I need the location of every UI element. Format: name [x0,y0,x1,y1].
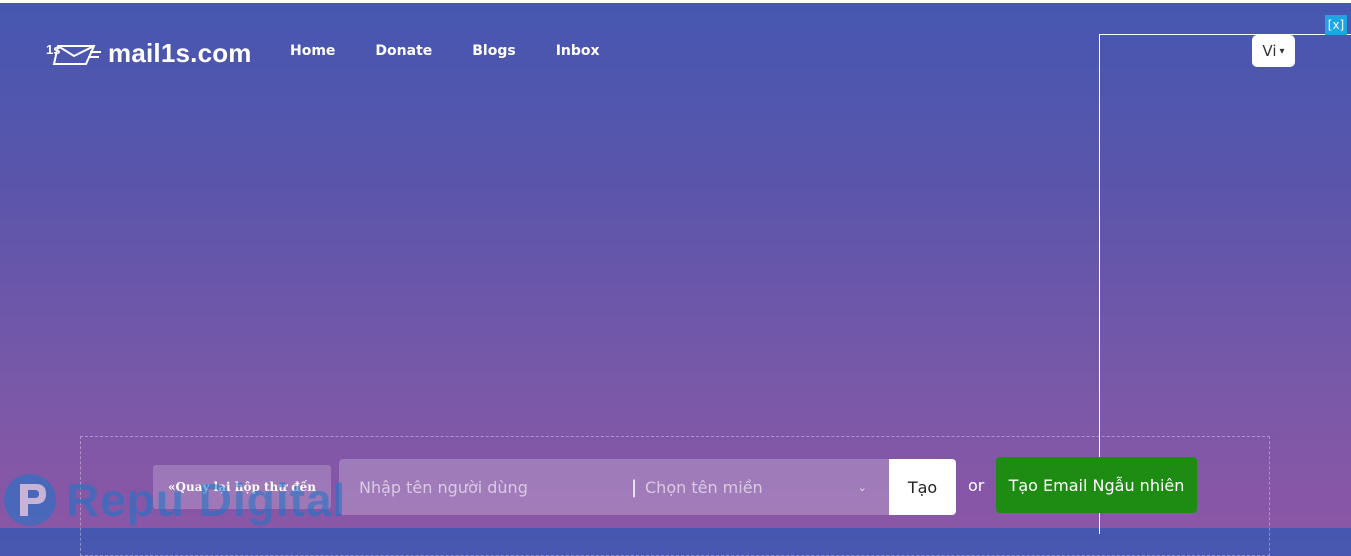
username-input[interactable] [339,459,629,515]
language-value: Vi [1262,42,1277,60]
svg-text:1s: 1s [46,42,60,57]
back-to-inbox-button[interactable]: «Quay lại hộp thư đến [153,465,331,509]
create-button[interactable]: Tạo [889,459,956,515]
repu-digital-logo-icon [4,474,56,526]
random-email-button[interactable]: Tạo Email Ngẫu nhiên [996,457,1197,513]
chevron-down-icon: ▾ [1279,45,1285,57]
domain-placeholder: Chọn tên miền [645,477,763,497]
nav-donate[interactable]: Donate [375,43,432,59]
language-select[interactable]: Vi ▾ [1252,35,1295,67]
envelope-logo-icon: 1s [46,42,101,65]
ad-close-button[interactable]: [x] [1325,15,1347,35]
site-logo[interactable]: 1s mail1s.com [46,38,252,69]
input-separator: | [629,459,639,515]
email-create-form: | Chọn tên miền ⌄ Tạo [339,459,956,515]
main-nav: Home Donate Blogs Inbox [290,43,640,59]
chevron-down-icon: ⌄ [857,480,867,494]
domain-select[interactable]: Chọn tên miền ⌄ [639,459,889,515]
or-label: or [968,476,985,495]
nav-inbox[interactable]: Inbox [556,43,600,59]
nav-home[interactable]: Home [290,43,335,59]
site-name: mail1s.com [108,38,252,68]
nav-blogs[interactable]: Blogs [472,43,515,59]
